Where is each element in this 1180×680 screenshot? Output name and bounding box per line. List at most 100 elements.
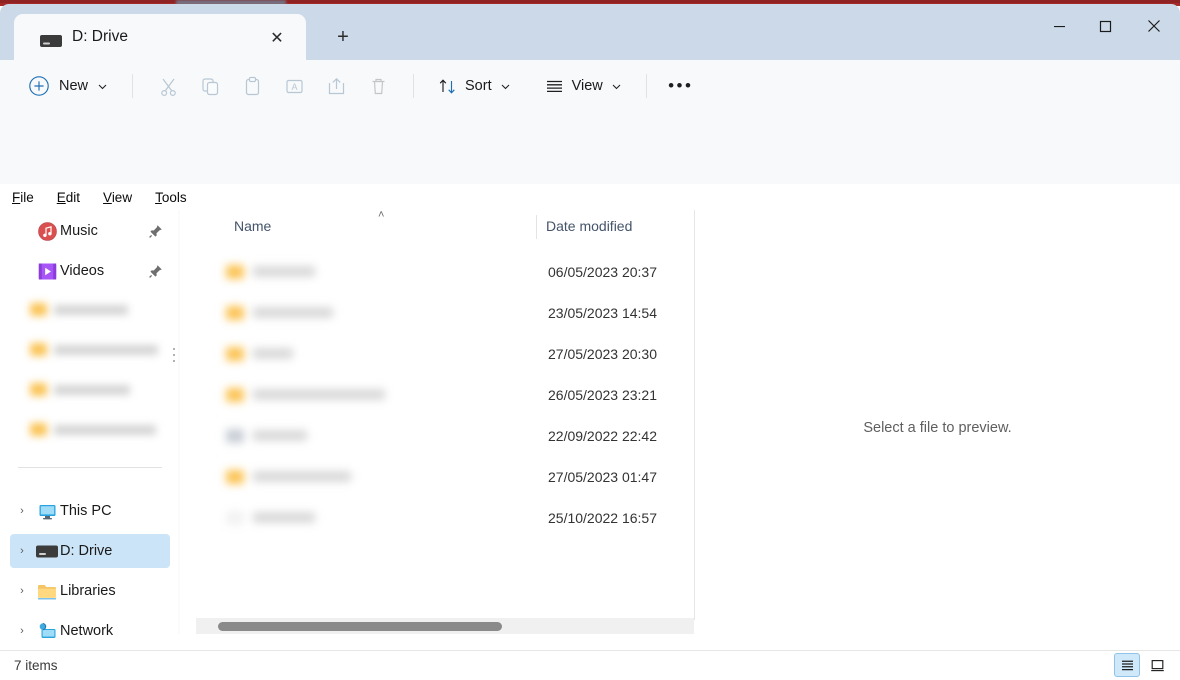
sidebar-item-label <box>54 305 128 315</box>
share-button[interactable] <box>315 69 357 103</box>
close-button[interactable] <box>1128 4 1180 48</box>
table-row[interactable]: 25/10/2022 16:57 <box>196 497 694 538</box>
sidebar-item-redacted[interactable] <box>30 383 130 396</box>
chevron-down-icon <box>611 81 622 92</box>
new-tab-button[interactable]: + <box>330 24 356 50</box>
sort-ascending-icon: ˄ <box>378 209 384 221</box>
address-bar-row <box>0 112 1180 184</box>
file-name-redacted <box>253 389 385 400</box>
paste-icon <box>242 76 263 97</box>
preview-message: Select a file to preview. <box>863 420 1011 436</box>
sidebar-item-redacted[interactable] <box>30 423 156 436</box>
date-modified-cell: 25/10/2022 16:57 <box>548 510 657 526</box>
overflow-dots-icon <box>172 348 176 362</box>
file-name-redacted <box>253 430 307 441</box>
music-icon <box>34 222 60 241</box>
menu-tools-rest: ools <box>162 190 187 205</box>
sidebar-item-libraries[interactable]: › Libraries <box>10 574 170 608</box>
see-more-button[interactable]: ••• <box>661 69 701 103</box>
sidebar-item-d-drive[interactable]: › D: Drive <box>10 534 170 568</box>
chevron-right-icon[interactable]: › <box>10 625 34 637</box>
table-row[interactable]: 27/05/2023 01:47 <box>196 456 694 497</box>
column-header-name[interactable]: Name <box>234 218 271 234</box>
table-row[interactable]: 06/05/2023 20:37 <box>196 251 694 292</box>
date-modified-cell: 26/05/2023 23:21 <box>548 387 657 403</box>
item-count-label: 7 items <box>14 658 58 673</box>
preview-pane: Select a file to preview. <box>695 210 1180 650</box>
minimize-button[interactable] <box>1036 4 1082 48</box>
cut-button[interactable] <box>147 69 189 103</box>
details-view-button[interactable] <box>1114 653 1140 677</box>
file-name-cell <box>226 511 315 525</box>
sidebar-item-label: Libraries <box>60 583 116 599</box>
folder-icon <box>30 383 47 396</box>
window-controls <box>1036 4 1180 48</box>
menu-edit-rest: dit <box>66 190 80 205</box>
chevron-right-icon[interactable]: › <box>10 545 34 557</box>
minimize-icon <box>1053 20 1066 33</box>
maximize-button[interactable] <box>1082 4 1128 48</box>
table-row[interactable]: 27/05/2023 20:30 <box>196 333 694 374</box>
drive-icon <box>34 545 60 558</box>
chevron-right-icon[interactable]: › <box>10 585 34 597</box>
sidebar-item-label: Videos <box>60 263 104 279</box>
menu-edit[interactable]: Edit <box>57 190 80 206</box>
sidebar-item-redacted[interactable] <box>30 303 128 316</box>
sort-icon <box>438 77 457 96</box>
toolbar-divider-2 <box>413 74 414 98</box>
pin-icon[interactable] <box>148 263 164 279</box>
drive-icon <box>40 35 62 47</box>
chevron-down-icon <box>97 81 108 92</box>
file-name-cell <box>226 388 385 402</box>
folder-icon <box>226 470 244 484</box>
menu-edit-accel: E <box>57 190 66 205</box>
view-button[interactable]: View <box>535 69 632 103</box>
sidebar-item-label <box>54 345 158 355</box>
sidebar-item-label: Music <box>60 223 98 239</box>
paste-button[interactable] <box>231 69 273 103</box>
table-row[interactable]: 23/05/2023 14:54 <box>196 292 694 333</box>
menu-file[interactable]: File <box>12 190 34 206</box>
table-row[interactable]: 26/05/2023 23:21 <box>196 374 694 415</box>
preview-pane-button[interactable] <box>1144 653 1170 677</box>
close-tab-icon[interactable]: ✕ <box>266 27 288 49</box>
view-list-icon <box>545 77 564 96</box>
sidebar-item-label <box>54 425 156 435</box>
sidebar-item-label: Network <box>60 623 113 639</box>
horizontal-scrollbar-thumb[interactable] <box>218 622 502 631</box>
menu-tools[interactable]: Tools <box>155 190 187 206</box>
sidebar-item-redacted[interactable] <box>30 343 158 356</box>
new-button-label: New <box>59 78 88 94</box>
date-modified-cell: 23/05/2023 14:54 <box>548 305 657 321</box>
column-headers: ˄ Name Date modified <box>196 210 694 244</box>
column-divider[interactable] <box>536 215 537 239</box>
file-name-cell <box>226 470 351 484</box>
table-row[interactable]: 22/09/2022 22:42 <box>196 415 694 456</box>
file-name-redacted <box>253 512 315 523</box>
rename-button[interactable]: A <box>273 69 315 103</box>
share-icon <box>326 76 347 97</box>
sort-button[interactable]: Sort <box>428 69 521 103</box>
file-explorer-window: D: Drive ✕ + New <box>0 0 1180 680</box>
file-name-redacted <box>253 307 333 318</box>
pin-icon[interactable] <box>148 223 164 239</box>
delete-button[interactable] <box>357 69 399 103</box>
sidebar-item-music[interactable]: Music <box>10 214 170 248</box>
column-header-date-modified[interactable]: Date modified <box>546 218 632 234</box>
tab-d-drive[interactable]: D: Drive ✕ <box>14 14 306 60</box>
file-name-cell <box>226 429 307 443</box>
sidebar-item-this-pc[interactable]: › This PC <box>10 494 170 528</box>
file-list: ˄ Name Date modified 06/05/2023 20:37 23… <box>196 210 694 650</box>
sidebar-item-network[interactable]: › Network <box>10 614 170 648</box>
file-name-redacted <box>253 266 315 277</box>
cut-icon <box>158 76 179 97</box>
sidebar-item-label: D: Drive <box>60 543 112 559</box>
menu-view[interactable]: View <box>103 190 132 206</box>
file-name-cell <box>226 347 293 361</box>
sidebar-item-videos[interactable]: Videos <box>10 254 170 288</box>
libraries-folder-icon <box>34 583 60 600</box>
date-modified-cell: 06/05/2023 20:37 <box>548 264 657 280</box>
copy-button[interactable] <box>189 69 231 103</box>
chevron-right-icon[interactable]: › <box>10 505 34 517</box>
new-button[interactable]: New <box>24 69 118 103</box>
